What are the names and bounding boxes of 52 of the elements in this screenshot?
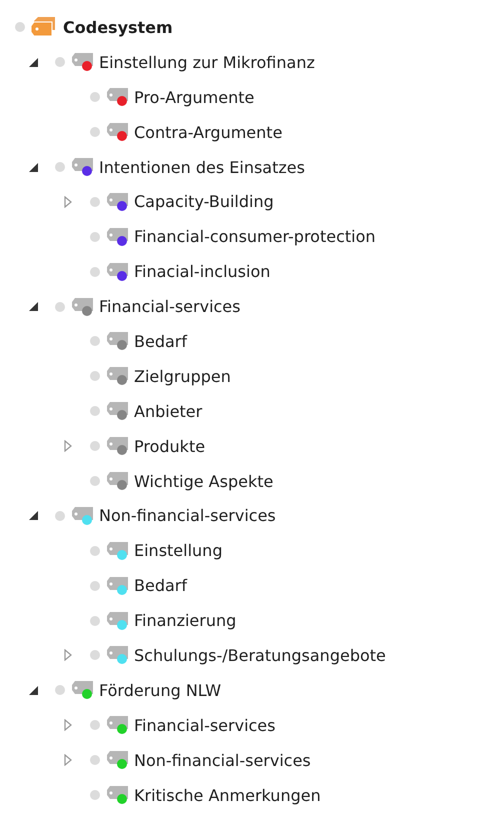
tree-item-label[interactable]: Zielgruppen xyxy=(134,366,231,386)
tree-item-label[interactable]: Bedarf xyxy=(134,576,187,596)
status-dot-icon xyxy=(90,266,100,277)
status-dot-icon xyxy=(55,302,65,312)
status-dot-icon xyxy=(90,441,100,452)
status-dot-icon xyxy=(90,406,100,416)
status-dot-icon xyxy=(90,580,100,591)
tree-item-label[interactable]: Kritische Anmerkungen xyxy=(134,786,321,805)
tree-item-label[interactable]: Einstellung xyxy=(134,541,222,560)
status-dot-icon xyxy=(55,57,65,68)
status-dot-icon xyxy=(90,476,100,486)
status-dot-icon xyxy=(15,22,25,32)
status-dot-icon xyxy=(90,232,100,242)
status-dot-icon xyxy=(90,196,100,207)
expander-icon[interactable] xyxy=(28,58,38,67)
expander-icon[interactable] xyxy=(28,511,38,520)
tree-item-label[interactable]: Codesystem xyxy=(63,18,173,37)
tree-item-label[interactable]: Intentionen des Einsatzes xyxy=(99,158,305,176)
tree-item-label[interactable]: Finanzierung xyxy=(134,611,236,630)
status-dot-icon xyxy=(90,336,100,346)
status-dot-icon xyxy=(90,790,100,800)
tree-item-label[interactable]: Financial-services xyxy=(99,297,240,316)
tree-item-label[interactable]: Finacial-inclusion xyxy=(134,262,270,282)
tree-item-label[interactable]: Anbieter xyxy=(134,402,202,421)
status-dot-icon xyxy=(90,371,100,382)
tree-item-label[interactable]: Wichtige Aspekte xyxy=(134,472,274,491)
status-dot-icon xyxy=(90,546,100,556)
status-dot-icon xyxy=(55,162,65,172)
status-dot-icon xyxy=(55,685,65,696)
tree-item-label[interactable]: Non-financial-services xyxy=(134,750,311,770)
tree-item-label[interactable]: Pro-Argumente xyxy=(134,88,254,107)
tree-item-label[interactable]: Contra-Argumente xyxy=(134,122,282,142)
tree-item-label[interactable]: Schulungs-/Beratungsangebote xyxy=(134,646,386,665)
tree-item-label[interactable]: Produkte xyxy=(134,436,206,456)
status-dot-icon xyxy=(55,510,65,521)
tree-item-label[interactable]: Einstellung zur Mikrofinanz xyxy=(99,52,315,72)
tree-item-label[interactable]: Non-financial-services xyxy=(99,506,276,526)
tree-item-label[interactable]: Bedarf xyxy=(134,332,187,351)
status-dot-icon xyxy=(90,127,100,138)
status-dot-icon xyxy=(90,616,100,626)
status-dot-icon xyxy=(90,92,100,102)
tree-item-label[interactable]: Financial-services xyxy=(134,716,276,735)
expander-icon[interactable] xyxy=(28,302,38,312)
status-dot-icon xyxy=(90,720,100,730)
expander-icon[interactable] xyxy=(28,686,38,695)
tree-item-label[interactable]: Capacity-Building xyxy=(134,192,274,212)
tree-item-label[interactable]: Förderung NLW xyxy=(99,680,222,700)
tree-item-label[interactable]: Financial-consumer-protection xyxy=(134,227,376,246)
status-dot-icon xyxy=(90,755,100,766)
expander-icon[interactable] xyxy=(28,162,38,172)
status-dot-icon xyxy=(90,650,100,660)
tag-icon xyxy=(31,16,57,38)
